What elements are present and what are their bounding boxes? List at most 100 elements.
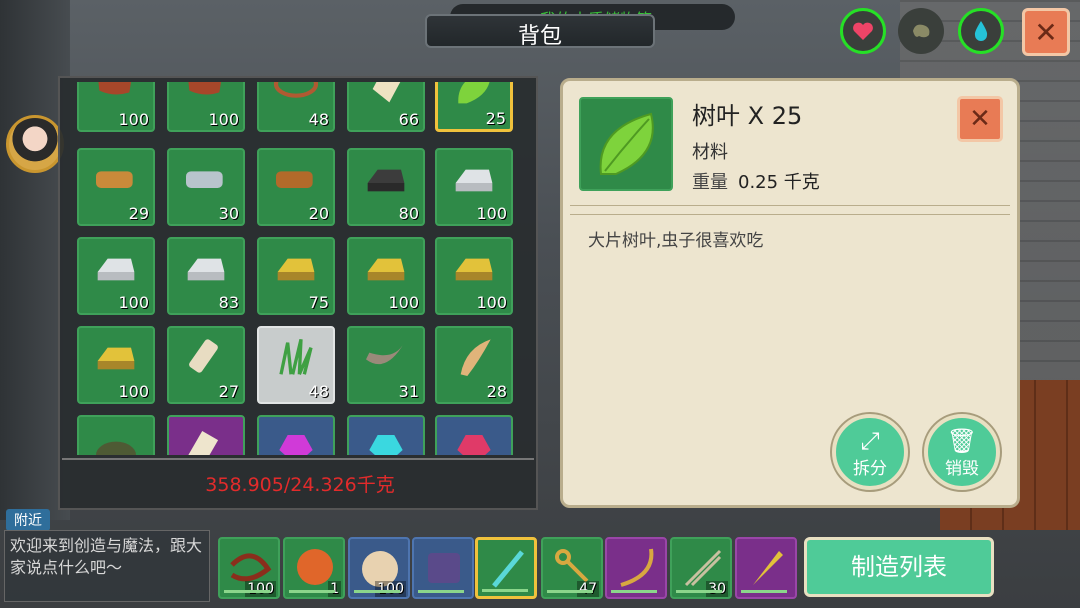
stomach-icon[interactable]	[898, 8, 944, 54]
hotbar-slot[interactable]	[412, 537, 474, 599]
hotbar-slot[interactable]: 30	[670, 537, 732, 599]
inventory-slot[interactable]: 66	[347, 82, 425, 132]
inventory-slot[interactable]	[257, 415, 335, 455]
iron-ingot-icon	[367, 169, 405, 192]
inventory-slot[interactable]: 75	[257, 237, 335, 315]
durability-bar	[741, 590, 787, 593]
inventory-slot[interactable]: 30	[167, 148, 245, 226]
inventory-slot[interactable]	[167, 415, 245, 455]
slot-count: 31	[398, 382, 419, 401]
hotbar-slot[interactable]: 1	[283, 537, 345, 599]
inventory-slot[interactable]: 100	[77, 82, 155, 132]
hotbar-slot[interactable]	[735, 537, 797, 599]
slot-count: 20	[308, 204, 329, 223]
slot-count: 100	[476, 293, 507, 312]
hotbar-slot[interactable]	[605, 537, 667, 599]
craft-list-label: 制造列表	[851, 553, 947, 581]
item-weight-value: 0.25 千克	[738, 172, 820, 193]
inventory-slot[interactable]	[435, 415, 513, 455]
durability-bar	[354, 590, 400, 593]
dagger-icon	[753, 551, 783, 585]
slot-count: 100	[208, 110, 239, 129]
slot-count: 29	[128, 204, 149, 223]
inventory-slot[interactable]	[347, 415, 425, 455]
divider	[570, 205, 1010, 215]
cloth-bolt-icon	[96, 171, 133, 188]
item-description: 大片树叶,虫子很喜欢吃	[588, 231, 764, 251]
scroll-icon	[185, 430, 219, 455]
silver-ingot-icon	[97, 258, 135, 281]
inventory-slot[interactable]	[77, 415, 155, 455]
inventory-slot[interactable]: 100	[77, 326, 155, 404]
avatar[interactable]	[6, 115, 64, 173]
gold-ingot-icon	[455, 258, 493, 281]
slot-count: 100	[118, 293, 149, 312]
slot-count: 75	[308, 293, 329, 312]
red-gem-icon	[457, 435, 491, 455]
inventory-slot[interactable]: 27	[167, 326, 245, 404]
inventory-slot[interactable]: 83	[167, 237, 245, 315]
chat-message: 欢迎来到创造与魔法，跟大家说点什么吧～	[10, 536, 203, 577]
destroy-label: 销毁	[945, 459, 979, 479]
inventory-slot[interactable]: 48	[257, 82, 335, 132]
slot-count: 66	[398, 110, 419, 129]
heart-icon[interactable]	[840, 8, 886, 54]
silver-ingot-icon	[187, 258, 225, 281]
slot-count: 83	[218, 293, 239, 312]
durability-bar	[611, 590, 657, 593]
inventory-slot[interactable]: 100	[435, 148, 513, 226]
slot-count: 30	[218, 204, 239, 223]
slot-count: 100	[388, 293, 419, 312]
water-drop-icon[interactable]	[958, 8, 1004, 54]
bow-icon	[620, 548, 654, 587]
item-preview	[579, 97, 673, 191]
turtle-shell-icon	[96, 441, 136, 455]
item-name: 树叶 X 25	[692, 102, 803, 130]
inventory-slot[interactable]: 100	[167, 82, 245, 132]
hotbar-count: 100	[375, 581, 406, 597]
durability-bar	[418, 590, 464, 593]
inventory-slot[interactable]: 25	[435, 82, 513, 132]
slot-count: 100	[118, 110, 149, 129]
expand-arrows-icon: ⤢	[860, 427, 880, 455]
hotbar-slot[interactable]: 100	[348, 537, 410, 599]
close-inventory-button[interactable]: ✕	[1022, 8, 1070, 56]
inventory-slot[interactable]: 100	[347, 237, 425, 315]
slot-count: 25	[485, 109, 506, 128]
durability-bar	[289, 590, 335, 593]
inventory-slot[interactable]: 100	[435, 237, 513, 315]
item-weight-label: 重量	[692, 172, 728, 193]
durability-bar	[482, 589, 528, 592]
gold-ingot-icon	[277, 258, 315, 281]
silver-ingot-icon	[455, 169, 493, 192]
slot-count: 48	[308, 382, 329, 401]
inventory-slot[interactable]: 31	[347, 326, 425, 404]
hotbar-slot[interactable]: 47	[541, 537, 603, 599]
split-button[interactable]: ⤢ 拆分	[832, 414, 908, 490]
hotbar-count: 30	[706, 581, 728, 597]
inventory-slot[interactable]: 80	[347, 148, 425, 226]
inventory-slot[interactable]: 28	[435, 326, 513, 404]
durability-bar	[547, 590, 593, 593]
destroy-button[interactable]: 🗑 销毁	[924, 414, 1000, 490]
inventory-grid[interactable]: 100 100 48 66 25 29 30 20 80 100 100 83 75 100 100 100 2…	[77, 82, 527, 455]
trash-icon: 🗑	[946, 427, 978, 455]
thread-spool-icon	[189, 339, 218, 373]
leaf-icon	[599, 112, 654, 175]
hotbar-count: 100	[245, 581, 276, 597]
close-detail-button[interactable]: ✕	[957, 96, 1003, 142]
slot-count: 100	[476, 204, 507, 223]
grass-icon	[279, 338, 313, 376]
horn-icon	[366, 342, 405, 365]
craft-list-button[interactable]: 制造列表	[804, 537, 994, 597]
inventory-slot[interactable]: 48	[257, 326, 335, 404]
inventory-slot[interactable]: 20	[257, 148, 335, 226]
inventory-slot[interactable]: 29	[77, 148, 155, 226]
inventory-slot[interactable]: 100	[77, 237, 155, 315]
slot-count: 100	[118, 382, 149, 401]
page-title: 背包	[517, 24, 562, 49]
hotbar-slot[interactable]	[475, 537, 537, 599]
purple-gem-icon	[279, 435, 313, 455]
hotbar-slot[interactable]: 100	[218, 537, 280, 599]
chat-tab-nearby[interactable]: 附近	[6, 509, 50, 531]
